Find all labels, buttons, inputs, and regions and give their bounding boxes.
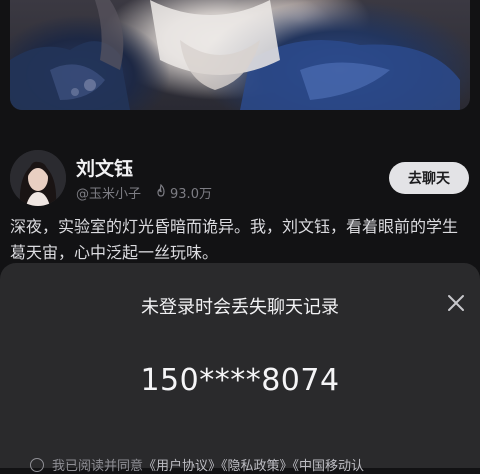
- popularity-count: 93.0万: [170, 187, 212, 202]
- sheet-title: 未登录时会丢失聊天记录: [141, 297, 339, 318]
- popularity-stat: 93.0万: [155, 183, 212, 202]
- masked-phone-number: 150****8074: [140, 363, 340, 398]
- login-bottom-sheet: 未登录时会丢失聊天记录 150****8074 我已阅读并同意《用户协议》《隐私…: [0, 263, 480, 474]
- radio-unchecked-icon[interactable]: [30, 457, 44, 472]
- agreement-row: 我已阅读并同意《用户协议》《隐私政策》《中国移动认: [30, 455, 364, 474]
- character-description: 深夜，实验室的灯光昏暗而诡异。我，刘文钰，看着眼前的学生葛天宙，心中泛起一丝玩味…: [10, 217, 459, 262]
- carrier-auth-link[interactable]: 《中国移动认: [293, 459, 365, 474]
- character-avatar[interactable]: [10, 150, 66, 206]
- user-agreement-link[interactable]: 《用户协议》: [143, 459, 221, 474]
- agreement-prefix: 我已阅读并同意: [52, 459, 144, 474]
- go-chat-button[interactable]: 去聊天: [389, 162, 469, 194]
- privacy-policy-link[interactable]: 《隐私政策》: [221, 459, 293, 474]
- flame-icon: [155, 183, 167, 201]
- author-handle[interactable]: @玉米小子: [76, 183, 141, 202]
- character-meta: @玉米小子 93.0万: [76, 183, 212, 202]
- character-name: 刘文钰: [76, 158, 134, 180]
- close-icon[interactable]: [444, 291, 468, 315]
- character-cover-image: [10, 0, 470, 110]
